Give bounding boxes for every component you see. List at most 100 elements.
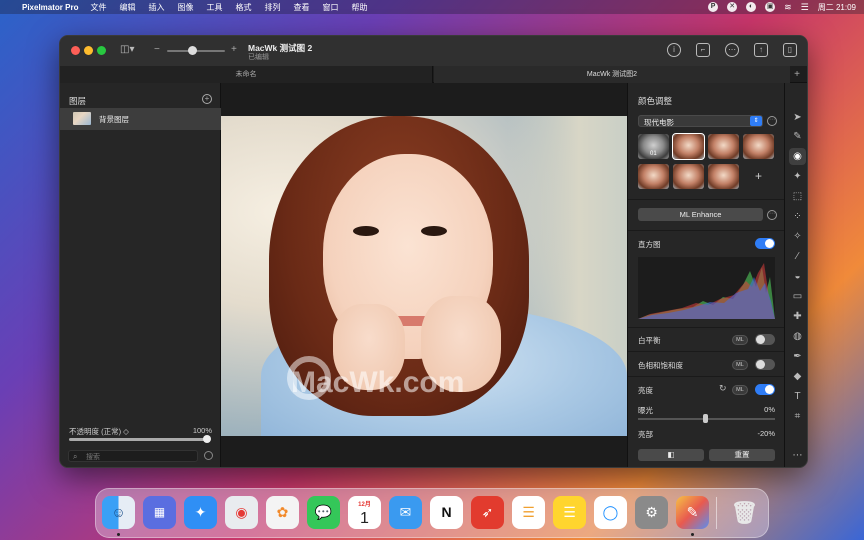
add-preset-button[interactable]: + — [743, 164, 774, 189]
preset-thumb[interactable] — [743, 134, 774, 159]
menu-edit[interactable]: 编辑 — [119, 2, 135, 13]
tools-more-icon[interactable]: ⋯ — [789, 447, 806, 464]
tab-macwk-test[interactable]: MacWk 测试图2 — [434, 66, 790, 83]
opacity-slider[interactable] — [69, 438, 208, 441]
safari-icon[interactable]: ✦ — [184, 496, 217, 529]
reset-button[interactable]: 重置 — [709, 449, 775, 461]
zoom-window-button[interactable] — [97, 46, 106, 55]
menu-tools[interactable]: 工具 — [206, 2, 222, 13]
preset-dropdown[interactable]: 现代电影 ⇕ — [638, 115, 763, 127]
hue-saturation-toggle[interactable] — [755, 359, 775, 370]
ml-enhance-more-icon[interactable]: ⋯ — [767, 210, 777, 220]
preset-thumb-selected[interactable] — [672, 133, 705, 160]
menu-app-name[interactable]: Pixelmator Pro — [22, 3, 78, 12]
control-center-icon[interactable]: ☰ — [801, 2, 809, 13]
exposure-slider-knob[interactable] — [703, 414, 708, 423]
opacity-blend-label[interactable]: 不透明度 (正常) ◇ — [69, 427, 129, 436]
preset-thumb[interactable] — [708, 134, 739, 159]
wifi-icon[interactable]: ≋ — [784, 2, 792, 13]
menu-help[interactable]: 帮助 — [351, 2, 367, 13]
trash-icon[interactable]: 🗑 — [728, 496, 761, 529]
tab-untitled[interactable]: 未命名 — [60, 66, 433, 83]
color-adjust-tool-icon[interactable]: ◉ — [789, 148, 806, 165]
preset-thumb[interactable]: 01 — [638, 134, 669, 159]
add-layer-icon[interactable]: + — [202, 94, 212, 104]
circle-app-icon[interactable]: ◯ — [594, 496, 627, 529]
portrait-photo[interactable]: MacWk.com — [221, 116, 627, 436]
inspector-toggle-icon[interactable]: ▯ — [783, 43, 797, 57]
ml-enhance-button[interactable]: ML Enhance — [638, 208, 763, 221]
reset-arrow-icon[interactable]: ↻ — [719, 383, 727, 394]
canvas-area[interactable]: MacWk.com — [221, 83, 627, 467]
arrange-tool-icon[interactable]: ➤ — [789, 109, 806, 126]
histogram-toggle[interactable] — [755, 238, 775, 249]
exposure-value[interactable]: 0% — [764, 405, 775, 414]
menu-format[interactable]: 格式 — [235, 2, 251, 13]
compare-button[interactable]: ◧ — [638, 449, 704, 461]
paint-brush-icon[interactable]: ∕ — [789, 248, 806, 265]
minimize-window-button[interactable] — [84, 46, 93, 55]
retouch-icon[interactable]: ✚ — [789, 308, 806, 325]
zoom-out-button[interactable]: − — [154, 44, 160, 55]
layer-row[interactable]: 背景图层 — [60, 108, 221, 130]
preset-thumb[interactable] — [673, 164, 704, 189]
preset-more-icon[interactable]: ⋯ — [767, 116, 777, 126]
quick-selection-icon[interactable]: ⁘ — [789, 208, 806, 225]
paint-bucket-icon[interactable]: ◒ — [789, 268, 806, 285]
calendar-icon[interactable]: 12月 1 — [348, 496, 381, 529]
highlights-value[interactable]: -20% — [757, 429, 775, 438]
mail-icon[interactable]: ✉ — [389, 496, 422, 529]
zoom-slider-knob[interactable] — [188, 46, 197, 55]
distort-icon[interactable]: ◍ — [789, 328, 806, 345]
type-tool-icon[interactable]: T — [789, 388, 806, 405]
launchpad-icon[interactable]: ▦ — [143, 496, 176, 529]
menu-arrange[interactable]: 排列 — [264, 2, 280, 13]
info-icon[interactable]: i — [667, 43, 681, 57]
style-tool-icon[interactable]: ✎ — [789, 128, 806, 145]
eraser-icon[interactable]: ▭ — [789, 288, 806, 305]
close-window-button[interactable] — [71, 46, 80, 55]
menu-image[interactable]: 图像 — [177, 2, 193, 13]
share-icon[interactable]: ↑ — [754, 43, 768, 57]
status-p-icon[interactable]: P — [708, 2, 719, 12]
menu-clock[interactable]: 周二 21:09 — [818, 2, 856, 13]
magic-wand-icon[interactable]: ✧ — [789, 228, 806, 245]
menu-insert[interactable]: 插入 — [148, 2, 164, 13]
crop-tool-icon[interactable]: ⌗ — [789, 408, 806, 425]
layer-search-input[interactable] — [86, 451, 194, 463]
messages-icon[interactable]: 💬 — [307, 496, 340, 529]
system-preferences-icon[interactable]: ⚙ — [635, 496, 668, 529]
brightness-ml-button[interactable]: ML — [732, 385, 748, 395]
zoom-in-button[interactable]: + — [231, 44, 237, 55]
notion-icon[interactable]: N — [430, 496, 463, 529]
selection-tool-icon[interactable]: ⬚ — [789, 188, 806, 205]
status-box-icon[interactable]: ▣ — [765, 2, 776, 12]
rosetta-icon[interactable]: ➶ — [471, 496, 504, 529]
reminders-icon[interactable]: ☰ — [512, 496, 545, 529]
effects-tool-icon[interactable]: ✦ — [789, 168, 806, 185]
photos-icon[interactable]: ✿ — [266, 496, 299, 529]
hue-saturation-ml-button[interactable]: ML — [732, 360, 748, 370]
white-balance-ml-button[interactable]: ML — [732, 335, 748, 345]
chrome-icon[interactable]: ◉ — [225, 496, 258, 529]
new-tab-icon[interactable]: + — [790, 66, 804, 83]
shapes-tool-icon[interactable]: ◆ — [789, 368, 806, 385]
opacity-slider-knob[interactable] — [203, 435, 211, 443]
notes-icon[interactable]: ☰ — [553, 496, 586, 529]
status-x-icon[interactable]: ✕ — [727, 2, 738, 12]
crop-icon[interactable]: ⌐ — [696, 43, 710, 57]
menu-view[interactable]: 查看 — [293, 2, 309, 13]
white-balance-toggle[interactable] — [755, 334, 775, 345]
finder-icon[interactable]: ☺ — [102, 496, 135, 529]
status-switch-icon[interactable]: ◐ — [746, 2, 757, 12]
preset-thumb[interactable] — [638, 164, 669, 189]
menu-window[interactable]: 窗口 — [322, 2, 338, 13]
layer-filter-icon[interactable] — [204, 451, 213, 460]
pixelmator-icon[interactable]: ✎ — [676, 496, 709, 529]
brightness-toggle[interactable] — [755, 384, 775, 395]
sidebar-toggle-icon[interactable]: ◫▾ — [120, 44, 140, 57]
more-options-icon[interactable]: ⋯ — [725, 43, 739, 57]
preset-thumb[interactable] — [708, 164, 739, 189]
menu-file[interactable]: 文件 — [90, 2, 106, 13]
pen-tool-icon[interactable]: ✒ — [789, 348, 806, 365]
